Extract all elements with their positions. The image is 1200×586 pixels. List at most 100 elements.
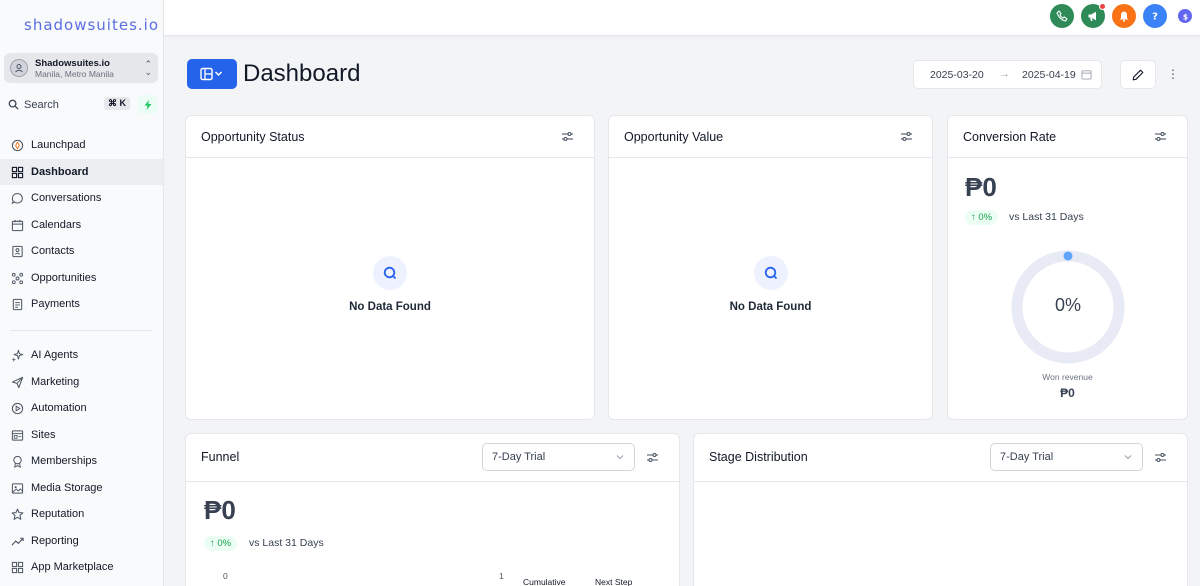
sidebar-item-ai-agents[interactable]: AI Agents: [0, 342, 163, 368]
filter-icon[interactable]: [646, 451, 659, 464]
sidebar-item-conversations[interactable]: Conversations: [0, 185, 163, 211]
sidebar-item-sites[interactable]: Sites: [0, 422, 163, 448]
quick-action-button[interactable]: [138, 95, 157, 114]
search-icon: [8, 99, 19, 110]
chevron-down-icon: [1124, 455, 1132, 460]
sidebar-item-reputation[interactable]: Reputation: [0, 501, 163, 527]
announcements-button[interactable]: [1081, 3, 1106, 28]
calendar-icon: [11, 219, 24, 231]
sidebar-item-payments[interactable]: Payments: [0, 291, 163, 317]
layout-chevron-icon: [200, 67, 223, 81]
card-header: Opportunity Value: [609, 116, 932, 158]
help-icon: ?: [1152, 12, 1158, 23]
help-button[interactable]: ?: [1143, 4, 1167, 28]
filter-icon[interactable]: [1154, 130, 1167, 143]
won-revenue-value: ₱0: [1060, 386, 1075, 400]
sidebar-item-media-storage[interactable]: Media Storage: [0, 475, 163, 501]
payments-icon: [12, 298, 23, 310]
sidebar-item-label: Marketing: [31, 376, 80, 388]
card-header: Funnel 7-Day Trial: [186, 434, 679, 482]
empty-search-icon: [753, 256, 788, 290]
funnel-compare-text: vs Last 31 Days: [249, 537, 324, 549]
sidebar-item-launchpad[interactable]: Launchpad: [0, 132, 163, 158]
gauge-percent: 0%: [1054, 295, 1081, 315]
svg-text:?: ?: [1152, 12, 1158, 23]
date-start[interactable]: 2025-03-20: [930, 69, 984, 81]
filter-icon[interactable]: [900, 130, 913, 143]
account-avatar-icon: [10, 59, 28, 77]
pipeline-select-value: 7-Day Trial: [492, 451, 546, 463]
more-options-icon[interactable]: ⋮: [1166, 66, 1180, 82]
filter-icon[interactable]: [1154, 451, 1167, 464]
filter-icon[interactable]: [561, 130, 574, 143]
trend-icon: [11, 537, 24, 546]
sidebar-item-contacts[interactable]: Contacts: [0, 238, 163, 264]
card-title: Conversion Rate: [963, 130, 1057, 144]
pipeline-select[interactable]: 7-Day Trial: [482, 443, 635, 471]
empty-state-label: No Data Found: [729, 301, 812, 313]
pipeline-select-value: 7-Day Trial: [1000, 451, 1054, 463]
won-revenue-label: Won revenue: [1042, 372, 1093, 382]
sidebar: shadowsuites.io Shadowsuites.io Manila, …: [0, 0, 164, 586]
conversion-change-badge: ↑ 0%: [965, 210, 999, 225]
card-title: Opportunity Value: [624, 130, 724, 144]
rocket-icon: [11, 139, 24, 151]
opportunity-status-card: Opportunity Status No Data Found: [185, 115, 595, 420]
sidebar-item-label: Dashboard: [31, 166, 89, 178]
funnel-axis-start: 0: [223, 571, 228, 581]
funnel-card: Funnel 7-Day Trial ₱0 ↑ 0% vs Last 31 Da…: [185, 433, 680, 586]
conversion-rate-card: Conversion Rate ₱0 ↑ 0% vs Last 31 Days …: [947, 115, 1188, 420]
empty-state: No Data Found: [186, 256, 594, 313]
date-end[interactable]: 2025-04-19: [1022, 69, 1076, 81]
sidebar-item-label: Media Storage: [31, 482, 103, 494]
sidebar-item-marketing[interactable]: Marketing: [0, 369, 163, 395]
account-name: Shadowsuites.io: [35, 57, 110, 69]
sidebar-item-reporting[interactable]: Reporting: [0, 528, 163, 554]
funnel-axis-end: 1: [499, 571, 504, 581]
pipeline-select[interactable]: 7-Day Trial: [990, 443, 1143, 471]
sidebar-item-label: Launchpad: [31, 139, 86, 151]
card-header: Opportunity Status: [186, 116, 594, 158]
card-header: Conversion Rate: [948, 116, 1187, 158]
chevron-updown-icon: ⌃ ⌄: [144, 59, 152, 77]
funnel-value: ₱0: [204, 495, 236, 525]
date-range-picker[interactable]: 2025-03-20 → 2025-04-19: [913, 60, 1102, 89]
sidebar-item-app-marketplace[interactable]: App Marketplace: [0, 554, 163, 580]
dashboard-switcher-button[interactable]: [187, 59, 237, 89]
sidebar-item-label: Payments: [31, 298, 80, 310]
notification-dot: [1099, 3, 1106, 10]
star-icon: [11, 508, 24, 520]
sidebar-divider: [10, 330, 152, 331]
billing-button[interactable]: $: [1178, 9, 1192, 23]
topbar: ? $: [164, 0, 1200, 36]
sidebar-item-label: Calendars: [31, 219, 82, 231]
empty-state-label: No Data Found: [349, 301, 431, 313]
sidebar-item-label: Sites: [31, 429, 56, 441]
search-label: Search: [24, 98, 59, 111]
search-shortcut: ⌘ K: [104, 97, 130, 110]
search-button[interactable]: Search ⌘ K: [4, 95, 132, 114]
empty-search-icon: [373, 256, 407, 290]
brand-logo[interactable]: shadowsuites.io: [24, 16, 159, 34]
sidebar-item-label: Reporting: [31, 535, 79, 547]
bell-icon: [1119, 11, 1129, 22]
currency-icon: $: [1182, 12, 1187, 21]
sidebar-item-label: Conversations: [31, 192, 102, 204]
account-switcher[interactable]: Shadowsuites.io Manila, Metro Manila ⌃ ⌄: [4, 53, 158, 83]
stage-distribution-card: Stage Distribution 7-Day Trial: [693, 433, 1188, 586]
sparkle-icon: [11, 349, 24, 362]
sidebar-item-opportunities[interactable]: Opportunities: [0, 265, 163, 291]
sidebar-item-label: App Marketplace: [31, 561, 114, 573]
notifications-button[interactable]: [1112, 4, 1136, 28]
sidebar-item-memberships[interactable]: Memberships: [0, 448, 163, 474]
grid-icon: [11, 166, 24, 178]
sidebar-item-automation[interactable]: Automation: [0, 395, 163, 421]
sidebar-item-label: Reputation: [31, 508, 85, 520]
sidebar-item-calendars[interactable]: Calendars: [0, 212, 163, 238]
chevron-down-icon: [616, 455, 624, 460]
calendar-icon: [1081, 70, 1092, 80]
funnel-change-badge: ↑ 0%: [204, 536, 238, 551]
sidebar-item-dashboard[interactable]: Dashboard: [0, 159, 163, 185]
phone-button[interactable]: [1050, 4, 1074, 28]
edit-dashboard-button[interactable]: [1120, 60, 1156, 89]
